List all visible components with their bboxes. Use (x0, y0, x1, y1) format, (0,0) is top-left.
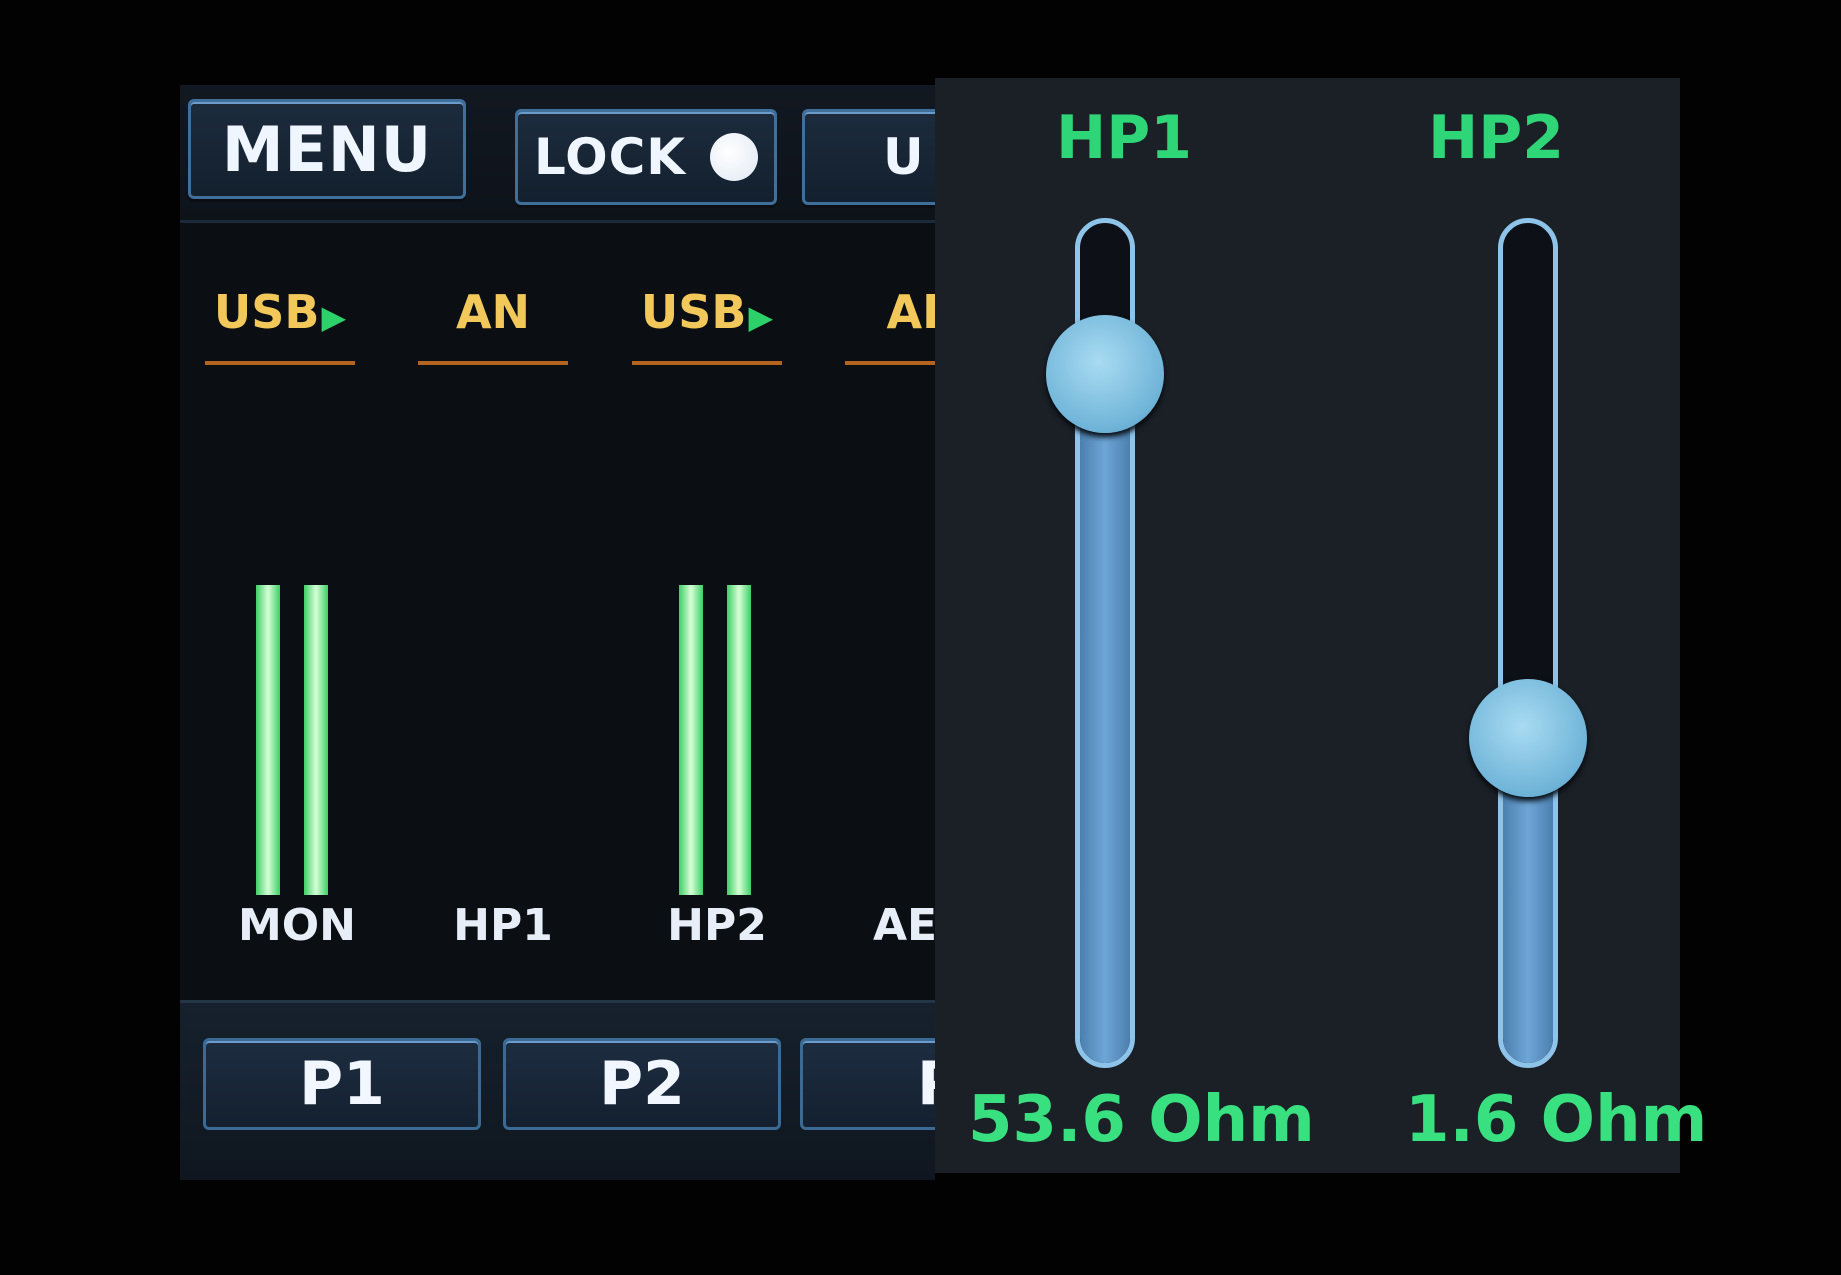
lock-indicator-icon (710, 133, 759, 181)
play-arrow-icon: ▶ (748, 298, 774, 336)
preset-button-p2[interactable]: P2 (503, 1038, 781, 1130)
level-meter-mon-right (304, 585, 328, 895)
top-toolbar: MENU LOCK U (180, 85, 935, 223)
source-label: USB (213, 285, 320, 339)
level-meter-hp2-right (727, 585, 751, 895)
hp1-title: HP1 (1056, 103, 1192, 173)
us-button-label: U (883, 128, 925, 186)
lock-button-label: LOCK (533, 128, 687, 186)
preset-label: P2 (599, 1049, 685, 1119)
source-selector-hp1[interactable]: AN (418, 285, 568, 365)
preset-label: P1 (299, 1049, 385, 1119)
source-label: AN (455, 285, 531, 339)
headphone-impedance-panel: HP1 53.6 Ohm HP2 1.6 Ohm (935, 78, 1707, 1173)
channel-label[interactable]: HP2 (642, 900, 792, 951)
source-selector-hp2[interactable]: USB▶ (632, 285, 782, 365)
hp2-slider-track[interactable] (1498, 218, 1558, 1068)
channel-label[interactable]: AE (830, 900, 935, 951)
hp2-impedance-value: 1.6 Ohm (1405, 1083, 1708, 1157)
hp1-slider-fill (1080, 369, 1130, 1063)
lock-button[interactable]: LOCK (515, 109, 777, 205)
preset-button-p1[interactable]: P1 (203, 1038, 481, 1130)
source-selector-ae[interactable]: AE (845, 285, 935, 365)
mixer-panel: MENU LOCK U USB▶ AN USB▶ AE MON HP1 (180, 85, 935, 1180)
preset-label: P (917, 1049, 935, 1119)
menu-button-label: MENU (221, 112, 433, 186)
device-screen: MENU LOCK U USB▶ AN USB▶ AE MON HP1 (0, 0, 1841, 1275)
source-selector-mon[interactable]: USB▶ (205, 285, 355, 365)
menu-button[interactable]: MENU (188, 99, 466, 199)
us-button[interactable]: U (802, 109, 935, 205)
channel-label[interactable]: MON (222, 900, 372, 951)
source-label: AE (886, 285, 935, 339)
source-label: USB (640, 285, 747, 339)
hp1-slider-knob[interactable] (1046, 315, 1164, 433)
level-meter-mon-left (256, 585, 280, 895)
channel-label[interactable]: HP1 (428, 900, 578, 951)
level-meter-hp2-left (679, 585, 703, 895)
play-arrow-icon: ▶ (321, 298, 347, 336)
hp2-slider-knob[interactable] (1469, 679, 1587, 797)
hp2-title: HP2 (1428, 103, 1564, 173)
preset-bar: P1 P2 P (180, 1000, 935, 1180)
preset-button-p3[interactable]: P (800, 1038, 935, 1130)
hp1-impedance-value: 53.6 Ohm (968, 1083, 1315, 1157)
